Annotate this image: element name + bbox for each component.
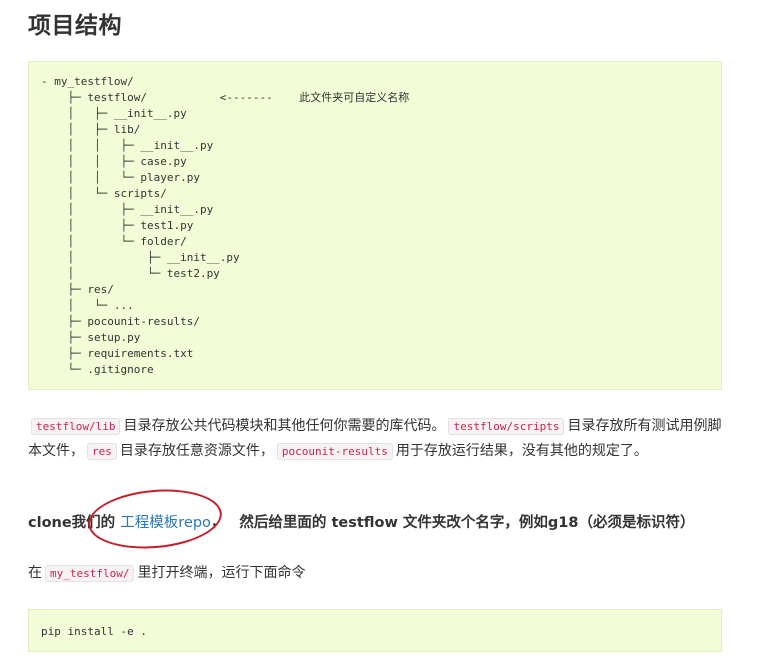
inline-code-results: pocounit-results bbox=[276, 443, 393, 460]
tree-line: │ ├─ test1.py bbox=[41, 219, 194, 232]
tree-line: └─ .gitignore bbox=[41, 363, 154, 376]
terminal-prefix: 在 bbox=[28, 565, 42, 581]
inline-code-lib: testflow/lib bbox=[31, 418, 121, 435]
terminal-instruction: 在 my_testflow/里打开终端，运行下面命令 bbox=[28, 561, 728, 586]
directory-description: testflow/lib 目录存放公共代码模块和其他任何你需要的库代码。 testf… bbox=[28, 414, 728, 464]
desc-lib-text: 目录存放公共代码模块和其他任何你需要的库代码。 bbox=[123, 418, 446, 434]
project-tree: - my_testflow/ ├─ testflow/ <------- 此文件… bbox=[41, 74, 409, 378]
tree-line: ├─ setup.py bbox=[41, 331, 141, 344]
tree-line: │ ├─ lib/ bbox=[41, 123, 141, 136]
clone-instruction: clone我们的 工程模板repo， 然后给里面的 testflow 文件夹改个名… bbox=[28, 511, 728, 536]
desc-res-text: 目录存放任意资源文件， bbox=[119, 443, 274, 459]
inline-code-res: res bbox=[87, 443, 117, 460]
inline-code-my-testflow: my_testflow/ bbox=[45, 565, 135, 582]
tree-line: │ │ ├─ __init__.py bbox=[41, 139, 214, 152]
terminal-suffix: 里打开终端，运行下面命令 bbox=[137, 565, 306, 581]
inline-code-scripts: testflow/scripts bbox=[448, 418, 565, 435]
project-tree-code-block: - my_testflow/ ├─ testflow/ <------- 此文件… bbox=[28, 61, 722, 390]
tree-note: 此文件夹可自定义名称 bbox=[299, 91, 410, 104]
tree-line: │ ├─ __init__.py bbox=[41, 251, 240, 264]
tree-line: │ │ ├─ case.py bbox=[41, 155, 187, 168]
tree-line: │ └─ test2.py bbox=[41, 267, 220, 280]
command-code-block: pip install -e . bbox=[28, 609, 722, 652]
tree-line: │ │ └─ player.py bbox=[41, 171, 200, 184]
tree-line-testflow-text: ├─ testflow/ <------- bbox=[41, 91, 273, 104]
page: 项目结构 - my_testflow/ ├─ testflow/ <------… bbox=[0, 0, 771, 668]
clone-comma: ， bbox=[210, 515, 226, 531]
tree-line-testflow: ├─ testflow/ <------- 此文件夹可自定义名称 bbox=[41, 90, 409, 106]
clone-prefix: clone我们的 bbox=[28, 515, 116, 531]
tree-line: │ ├─ __init__.py bbox=[41, 203, 214, 216]
tree-line: │ ├─ __init__.py bbox=[41, 107, 187, 120]
install-command: pip install -e . bbox=[41, 625, 147, 638]
section-heading: 项目结构 bbox=[28, 13, 122, 39]
tree-line-root: - my_testflow/ bbox=[41, 75, 134, 88]
clone-rest: 然后给里面的 testflow 文件夹改个名字，例如g18（必须是标识符） bbox=[239, 515, 695, 531]
tree-line: │ └─ folder/ bbox=[41, 235, 187, 248]
tree-line: ├─ requirements.txt bbox=[41, 347, 194, 360]
tree-line: │ └─ ... bbox=[41, 299, 134, 312]
tree-line: │ └─ scripts/ bbox=[41, 187, 167, 200]
desc-results-text: 用于存放运行结果，没有其他的规定了。 bbox=[395, 443, 648, 459]
tree-line: ├─ pocounit-results/ bbox=[41, 315, 200, 328]
template-repo-link[interactable]: 工程模板repo bbox=[120, 515, 211, 531]
tree-line: ├─ res/ bbox=[41, 283, 114, 296]
